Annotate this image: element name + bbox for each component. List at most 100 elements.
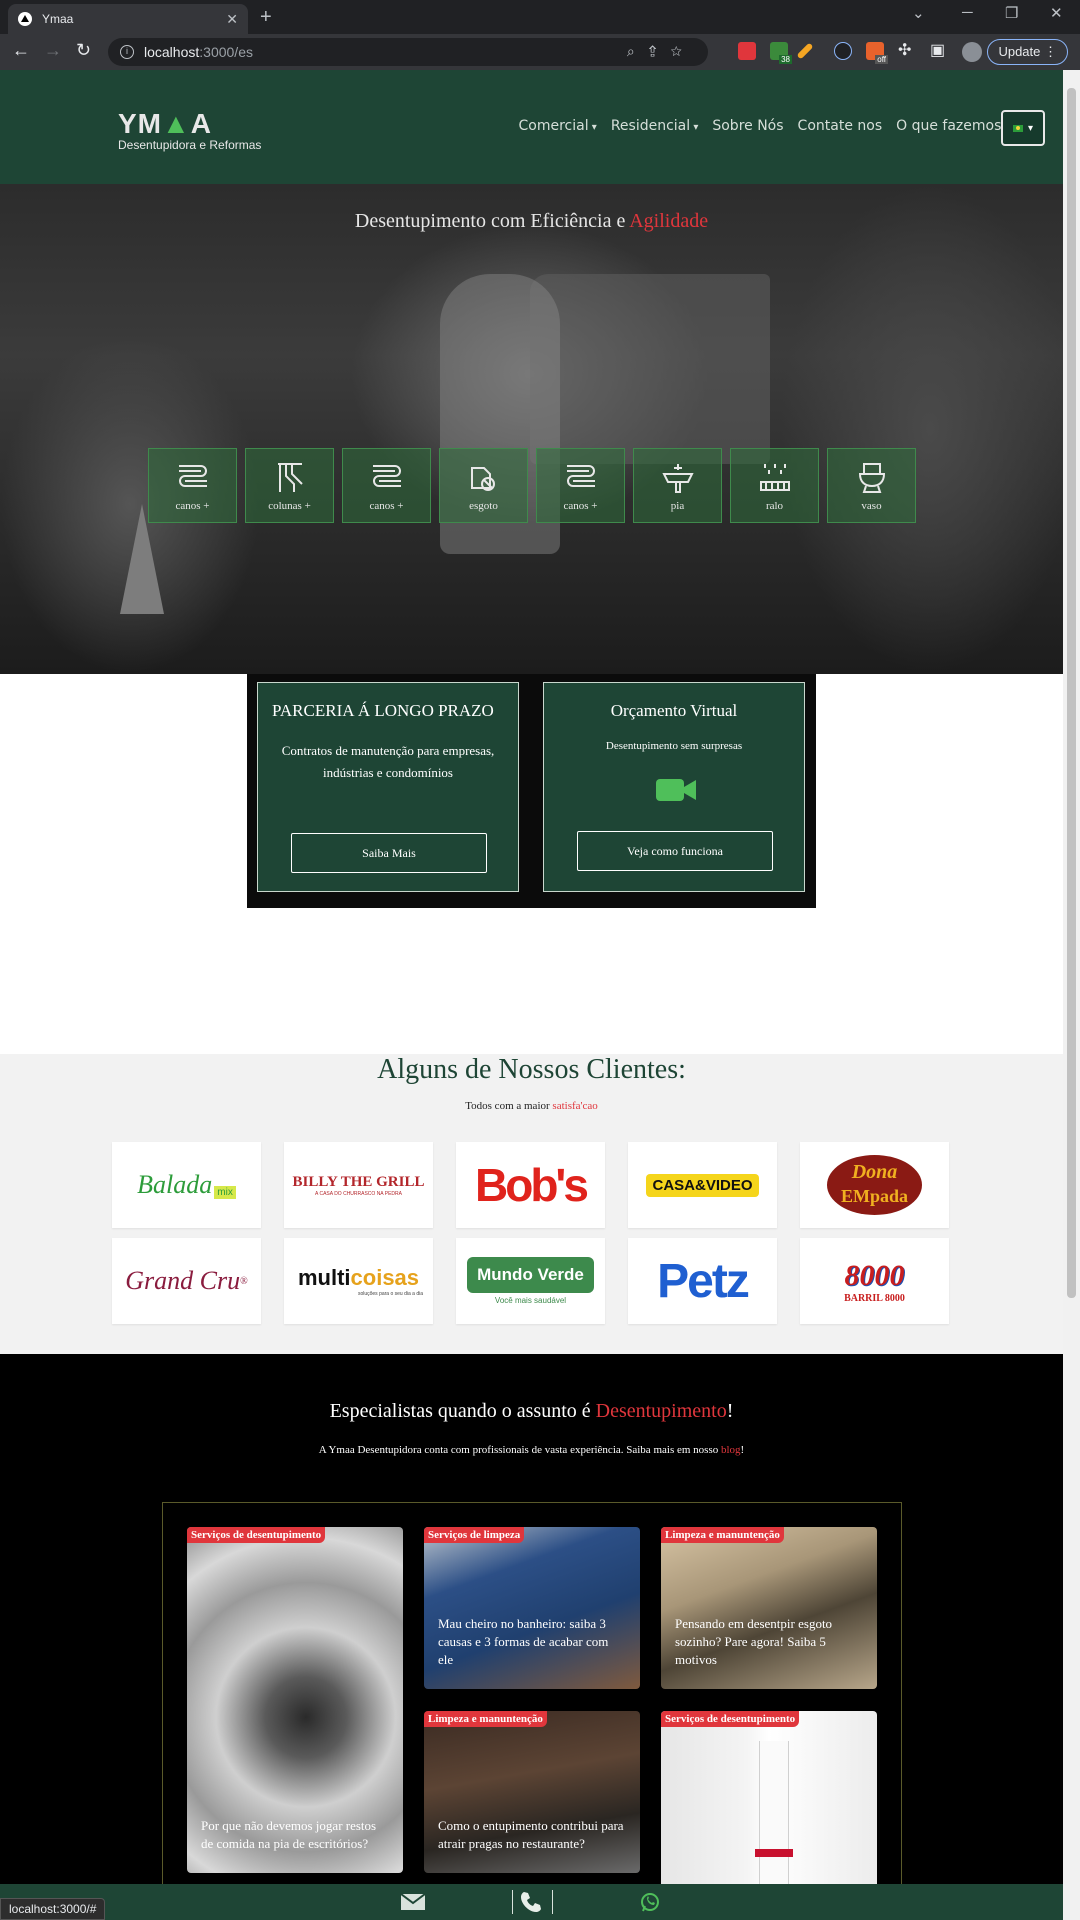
post-title: Por que não devemos jogar restos de comi…	[201, 1818, 377, 1851]
post-category-badge: Serviços de limpeza	[424, 1527, 525, 1543]
menu-residencial[interactable]: Residencial	[611, 118, 699, 134]
card-long-term-partnership: PARCERIA Á LONGO PRAZO Contratos de manu…	[257, 682, 519, 892]
hero-title: Desentupimento com Eficiência e Agilidad…	[354, 210, 709, 232]
extensions-puzzle-icon[interactable]: ✣	[898, 40, 911, 60]
forward-icon[interactable]: →	[44, 40, 62, 61]
divider	[552, 1890, 553, 1914]
brazil-flag-icon	[1012, 124, 1023, 132]
clients-subtitle: Todos com a maior satisfa'cao	[465, 1100, 598, 1112]
pen-extension-icon[interactable]	[796, 42, 814, 60]
restore-icon[interactable]: ❐	[1005, 4, 1018, 22]
category-vaso[interactable]: vaso	[827, 448, 916, 523]
blog-post-card[interactable]: Serviços de desentupimento	[661, 1711, 877, 1891]
site-info-icon[interactable]: i	[120, 45, 134, 59]
tab-search-icon[interactable]: ⌄	[912, 4, 925, 22]
close-window-icon[interactable]: ✕	[1050, 4, 1063, 22]
blog-post-card[interactable]: Serviços de limpeza Mau cheiro no banhei…	[424, 1527, 640, 1689]
hero-photo-trees	[780, 184, 1063, 674]
extension-badge-icon[interactable]: 38	[770, 42, 792, 64]
pipe-shape	[759, 1741, 789, 1891]
category-canos-1[interactable]: canos +	[148, 448, 237, 523]
extension-icon[interactable]	[738, 42, 756, 60]
category-label: ralo	[765, 499, 784, 512]
new-tab-button[interactable]: +	[260, 6, 272, 29]
post-category-badge: Limpeza e manuntenção	[661, 1527, 784, 1543]
pipes-icon	[372, 464, 401, 487]
email-icon[interactable]	[400, 1893, 426, 1911]
reload-icon[interactable]: ↻	[76, 40, 91, 61]
tab-title: Ymaa	[42, 12, 74, 26]
category-label: vaso	[861, 499, 882, 512]
back-icon[interactable]: ←	[12, 40, 30, 61]
logo-tagline: Desentupidora e Reformas	[118, 138, 262, 152]
category-pia[interactable]: pia	[633, 448, 722, 523]
scrollbar-thumb[interactable]	[1067, 88, 1076, 1298]
card-title: PARCERIA Á LONGO PRAZO	[272, 701, 494, 720]
off-extension-icon[interactable]: off	[866, 42, 888, 64]
a-extension-icon[interactable]	[834, 42, 852, 60]
menu-contate-nos[interactable]: Contate nos	[798, 118, 883, 134]
profile-avatar[interactable]	[962, 42, 982, 62]
side-panel-icon[interactable]: ▣	[930, 40, 945, 60]
category-ralo[interactable]: ralo	[730, 448, 819, 523]
toilet-icon	[858, 462, 885, 493]
language-selector[interactable]: ▾	[1001, 110, 1045, 146]
client-logo-grand-cru: Grand Cru ®	[112, 1238, 261, 1324]
pipes-icon	[566, 464, 595, 487]
blog-link[interactable]: blog	[721, 1444, 741, 1456]
category-label: canos +	[563, 499, 598, 512]
category-colunas[interactable]: colunas +	[245, 448, 334, 523]
category-label: canos +	[369, 499, 404, 512]
clients-title: Alguns de Nossos Clientes:	[377, 1054, 686, 1085]
update-button[interactable]: Update ⋮	[987, 39, 1068, 65]
column-pipe-icon	[277, 462, 303, 492]
post-title: Como o entupimento contribui para atrair…	[438, 1818, 624, 1851]
drain-icon	[759, 463, 790, 491]
category-canos-3[interactable]: canos +	[536, 448, 625, 523]
specialists-section: Especialistas quando o assunto é Desentu…	[0, 1354, 1063, 1920]
saiba-mais-button[interactable]: Saiba Mais	[291, 833, 487, 873]
category-label: canos +	[175, 499, 210, 512]
card-text: Desentupimento sem surpresas	[605, 740, 743, 752]
browser-toolbar: ← → ↻ i localhost:3000/es ⌕⇪☆ 38 off ✣ ▣…	[0, 34, 1080, 70]
category-canos-2[interactable]: canos +	[342, 448, 431, 523]
chevron-down-icon: ▾	[1027, 122, 1034, 134]
menu-comercial[interactable]: Comercial	[519, 118, 597, 134]
site-logo[interactable]: YM▲A Desentupidora e Reformas	[118, 108, 261, 152]
menu-o-que-fazemos[interactable]: O que fazemos!	[896, 118, 1007, 134]
pipes-icon	[178, 464, 207, 487]
omnibox-actions[interactable]: ⌕⇪☆	[627, 43, 696, 60]
blog-post-card[interactable]: Limpeza e manuntenção Pensando em desent…	[661, 1527, 877, 1689]
post-title: Mau cheiro no banheiro: saiba 3 causas e…	[438, 1616, 609, 1667]
card-virtual-quote: Orçamento Virtual Desentupimento sem sur…	[543, 682, 805, 892]
client-logo-multicoisas: multicoisas soluções para o seu dia a di…	[284, 1238, 433, 1324]
page-scrollbar[interactable]	[1063, 70, 1080, 1920]
contact-bar	[0, 1884, 1063, 1920]
client-logo-billy-the-grill: BILLY THE GRILL A CASA DO CHURRASCO NA P…	[284, 1142, 433, 1228]
category-label: esgoto	[469, 499, 498, 512]
specialists-title: Especialistas quando o assunto é Desentu…	[329, 1400, 734, 1422]
browser-tab[interactable]: Ymaa ✕	[8, 4, 248, 34]
post-title: Pensando em desentpir esgoto sozinho? Pa…	[675, 1616, 833, 1667]
whatsapp-icon[interactable]	[640, 1892, 660, 1912]
phone-icon[interactable]	[520, 1891, 542, 1913]
post-category-badge: Limpeza e manuntenção	[424, 1711, 547, 1727]
minimize-icon[interactable]: ─	[962, 4, 973, 21]
card-text: Contratos de manutenção para empresas, i…	[281, 743, 495, 780]
menu-sobre-nos[interactable]: Sobre Nós	[712, 118, 783, 134]
main-menu: Comercial Residencial Sobre Nós Contate …	[519, 118, 1007, 134]
veja-como-funciona-button[interactable]: Veja como funciona	[577, 831, 773, 871]
address-bar[interactable]: i localhost:3000/es ⌕⇪☆	[108, 38, 708, 66]
category-label: colunas +	[268, 499, 311, 512]
close-tab-icon[interactable]: ✕	[226, 11, 238, 28]
url-path: :3000/es	[199, 44, 253, 60]
pipe-joint-shape	[755, 1849, 793, 1857]
category-esgoto[interactable]: esgoto	[439, 448, 528, 523]
site-favicon-icon	[18, 12, 32, 26]
client-logo-balada-mix: Balada mix	[112, 1142, 261, 1228]
specialists-subtitle: A Ymaa Desentupidora conta com profissio…	[318, 1444, 745, 1456]
blog-post-card[interactable]: Limpeza e manuntenção Como o entupimento…	[424, 1711, 640, 1873]
hero-truck-shape	[530, 274, 770, 464]
client-logo-petz: Petz	[628, 1238, 777, 1324]
blog-post-card[interactable]: Serviços de desentupimento Por que não d…	[187, 1527, 403, 1873]
